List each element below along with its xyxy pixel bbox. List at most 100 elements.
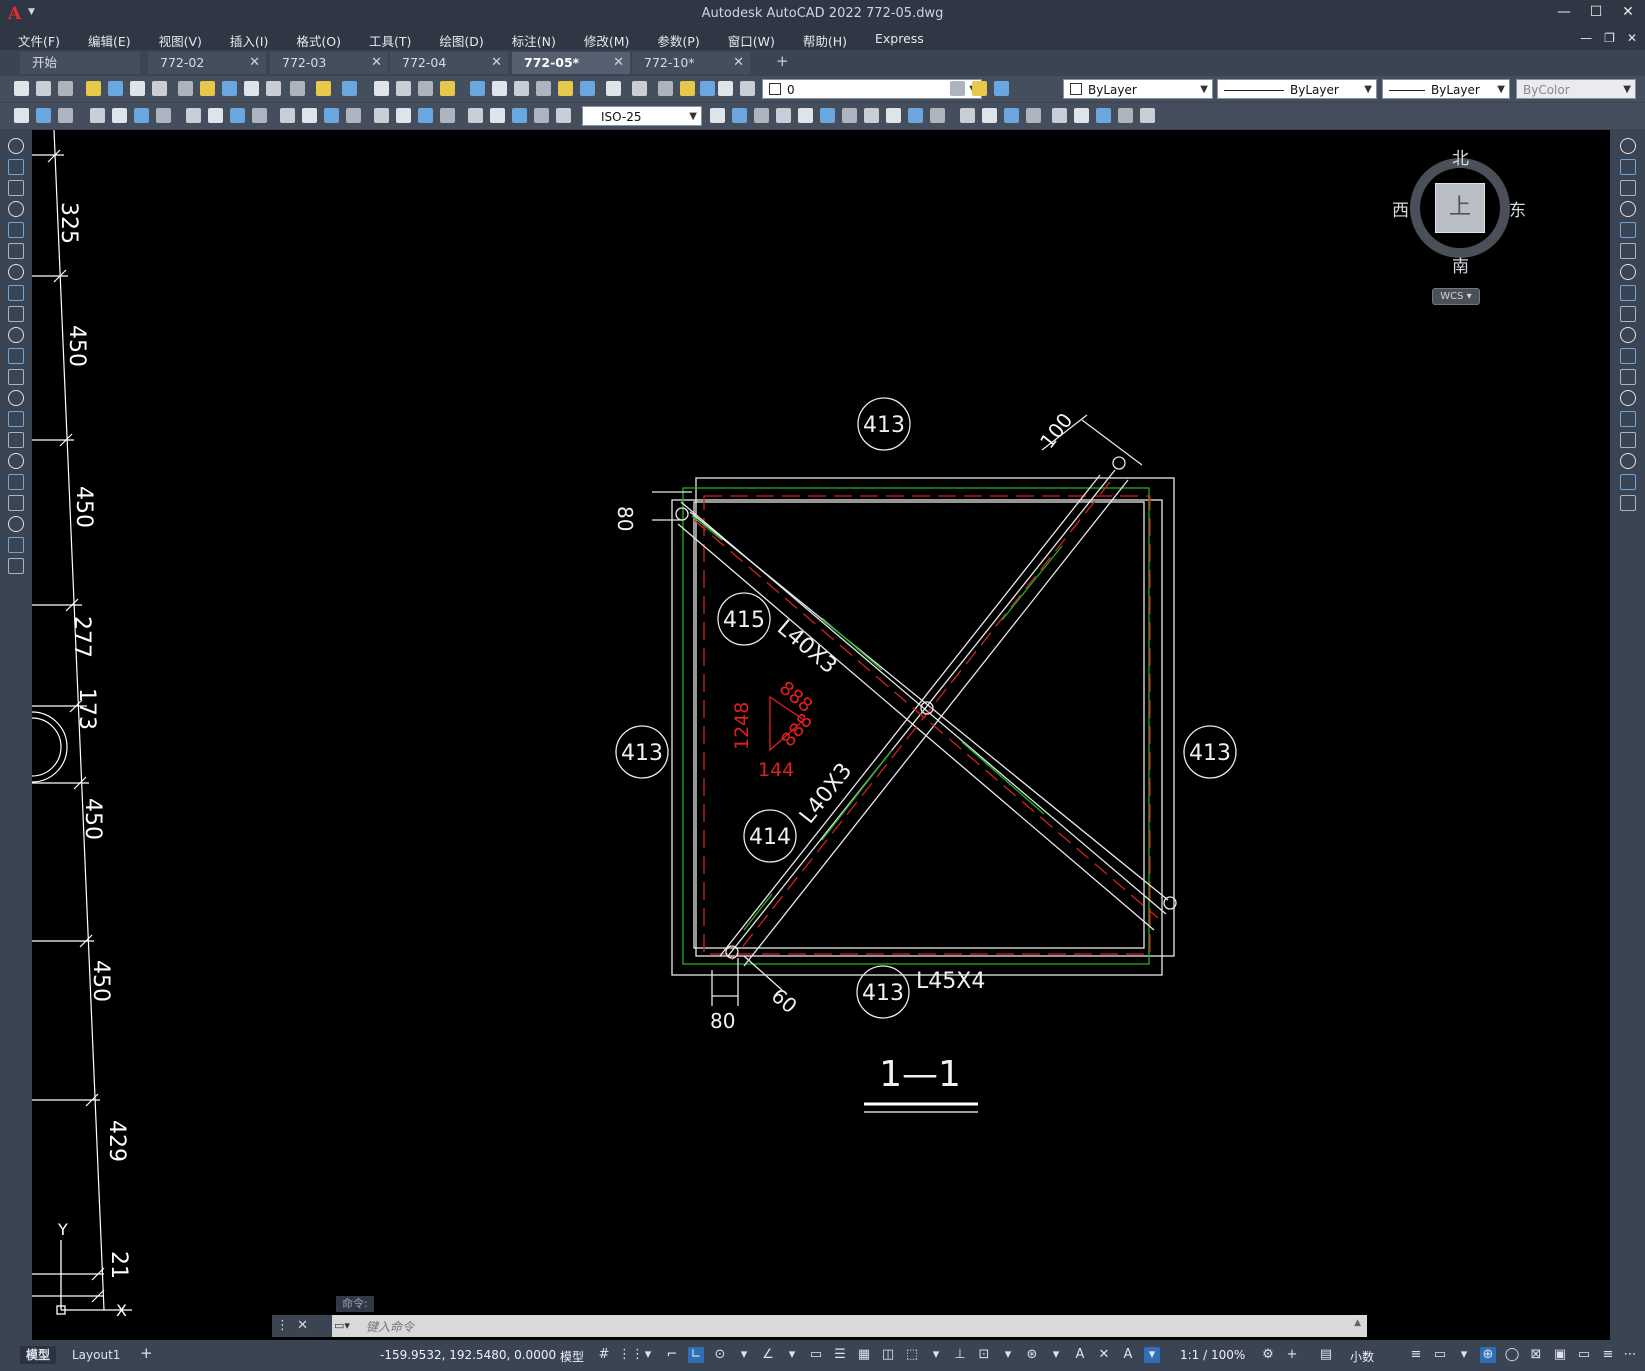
lineweight-dropdown[interactable]: ByLayer ▼: [1382, 79, 1510, 99]
modify-tool-icon[interactable]: [1620, 495, 1636, 511]
annotation-scale[interactable]: 1:1 / 100%: [1180, 1348, 1245, 1362]
draw-tool-icon[interactable]: [8, 432, 24, 448]
recent-commands-icon[interactable]: ▭▾: [334, 1318, 362, 1334]
menu-item-1[interactable]: 编辑(E): [88, 28, 131, 50]
dimension-tool-icon[interactable]: [1096, 108, 1111, 123]
draw-tool-icon[interactable]: [8, 138, 24, 154]
draw-tool-icon[interactable]: [8, 516, 24, 532]
status-toggle-icon[interactable]: ▣: [1552, 1347, 1568, 1363]
standard-tool-icon[interactable]: [396, 81, 411, 96]
modify-tool-icon[interactable]: [1620, 285, 1636, 301]
dimension-tool-icon[interactable]: [710, 108, 725, 123]
dimension-tool-icon[interactable]: [512, 108, 527, 123]
status-toggle-icon[interactable]: ☰: [832, 1347, 848, 1363]
status-toggle-icon[interactable]: ▾: [1144, 1347, 1160, 1363]
standard-tool-icon[interactable]: [994, 81, 1009, 96]
draw-tool-icon[interactable]: [8, 264, 24, 280]
dimension-tool-icon[interactable]: [960, 108, 975, 123]
status-toggle-icon[interactable]: +: [1284, 1347, 1300, 1363]
dimension-tool-icon[interactable]: [230, 108, 245, 123]
dimension-tool-icon[interactable]: [886, 108, 901, 123]
draw-tool-icon[interactable]: [8, 201, 24, 217]
standard-tool-icon[interactable]: [950, 81, 965, 96]
draw-tool-icon[interactable]: [8, 180, 24, 196]
tab-close-icon[interactable]: ✕: [613, 52, 624, 74]
dimension-tool-icon[interactable]: [490, 108, 505, 123]
status-toggle-icon[interactable]: ◫: [880, 1347, 896, 1363]
menu-item-2[interactable]: 视图(V): [159, 28, 202, 50]
tab-close-icon[interactable]: ✕: [733, 52, 744, 74]
dimension-tool-icon[interactable]: [346, 108, 361, 123]
status-toggle-icon[interactable]: ▭: [808, 1347, 824, 1363]
standard-tool-icon[interactable]: [536, 81, 551, 96]
status-toggle-icon[interactable]: ⊥: [952, 1347, 968, 1363]
modify-tool-icon[interactable]: [1620, 369, 1636, 385]
dimension-tool-icon[interactable]: [1052, 108, 1067, 123]
draw-tool-icon[interactable]: [8, 159, 24, 175]
dimension-tool-icon[interactable]: [864, 108, 879, 123]
modify-tool-icon[interactable]: [1620, 411, 1636, 427]
dimension-tool-icon[interactable]: [1074, 108, 1089, 123]
dimension-tool-icon[interactable]: [798, 108, 813, 123]
dimension-tool-icon[interactable]: [468, 108, 483, 123]
dimension-tool-icon[interactable]: [534, 108, 549, 123]
menu-item-8[interactable]: 修改(M): [584, 28, 630, 50]
status-toggle-icon[interactable]: ▭: [1576, 1347, 1592, 1363]
dimension-tool-icon[interactable]: [776, 108, 791, 123]
standard-tool-icon[interactable]: [718, 81, 733, 96]
status-toggle-icon[interactable]: ⚙: [1260, 1347, 1276, 1363]
standard-tool-icon[interactable]: [178, 81, 193, 96]
command-expand-icon[interactable]: ▲: [1354, 1318, 1361, 1328]
viewcube-north[interactable]: 北: [1452, 144, 1469, 169]
standard-tool-icon[interactable]: [152, 81, 167, 96]
status-toggle-icon[interactable]: ▭: [1432, 1347, 1448, 1363]
dimstyle-dropdown[interactable]: ISO-25 ▼: [582, 106, 702, 126]
dimension-tool-icon[interactable]: [982, 108, 997, 123]
dimension-tool-icon[interactable]: [440, 108, 455, 123]
menu-item-7[interactable]: 标注(N): [512, 28, 556, 50]
modify-tool-icon[interactable]: [1620, 453, 1636, 469]
draw-tool-icon[interactable]: [8, 558, 24, 574]
standard-tool-icon[interactable]: [632, 81, 647, 96]
status-toggle-icon[interactable]: ▾: [1000, 1347, 1016, 1363]
model-space-toggle[interactable]: 模型: [560, 1348, 584, 1365]
status-toggle-icon[interactable]: #: [596, 1347, 612, 1363]
menu-item-11[interactable]: 帮助(H): [803, 28, 847, 50]
dimension-tool-icon[interactable]: [754, 108, 769, 123]
modify-tool-icon[interactable]: [1620, 138, 1636, 154]
status-toggle-icon[interactable]: ⊙: [712, 1347, 728, 1363]
dimension-tool-icon[interactable]: [58, 108, 73, 123]
status-toggle-icon[interactable]: ▾: [736, 1347, 752, 1363]
menu-item-12[interactable]: Express: [875, 28, 924, 50]
standard-tool-icon[interactable]: [266, 81, 281, 96]
dimension-tool-icon[interactable]: [324, 108, 339, 123]
modify-tool-icon[interactable]: [1620, 201, 1636, 217]
file-tab-1[interactable]: 772-02 ✕: [148, 52, 266, 74]
dimension-tool-icon[interactable]: [134, 108, 149, 123]
standard-tool-icon[interactable]: [316, 81, 331, 96]
doc-minimize-icon[interactable]: —: [1580, 31, 1592, 45]
modify-tool-icon[interactable]: [1620, 327, 1636, 343]
status-toggle-icon[interactable]: ⊠: [1528, 1347, 1544, 1363]
wcs-menu-button[interactable]: WCS ▾: [1432, 288, 1480, 305]
draw-tool-icon[interactable]: [8, 411, 24, 427]
status-toggle-icon[interactable]: ▾: [928, 1347, 944, 1363]
draw-tool-icon[interactable]: [8, 453, 24, 469]
status-toggle-icon[interactable]: ▦: [856, 1347, 872, 1363]
status-toggle-icon[interactable]: A: [1072, 1347, 1088, 1363]
grip-icon[interactable]: ⋮: [276, 1318, 289, 1333]
file-tab-3[interactable]: 772-04 ✕: [390, 52, 508, 74]
draw-tool-icon[interactable]: [8, 348, 24, 364]
tab-close-icon[interactable]: ✕: [491, 52, 502, 74]
dimension-tool-icon[interactable]: [156, 108, 171, 123]
status-toggle-icon[interactable]: ⬚: [904, 1347, 920, 1363]
status-toggle-icon[interactable]: ∠: [760, 1347, 776, 1363]
standard-tool-icon[interactable]: [374, 81, 389, 96]
standard-tool-icon[interactable]: [418, 81, 433, 96]
dimension-tool-icon[interactable]: [1118, 108, 1133, 123]
standard-tool-icon[interactable]: [658, 81, 673, 96]
modify-tool-icon[interactable]: [1620, 306, 1636, 322]
status-toggle-icon[interactable]: ⌐: [664, 1347, 680, 1363]
maximize-icon[interactable]: ☐: [1587, 4, 1605, 20]
status-toggle-icon[interactable]: ⊛: [1024, 1347, 1040, 1363]
